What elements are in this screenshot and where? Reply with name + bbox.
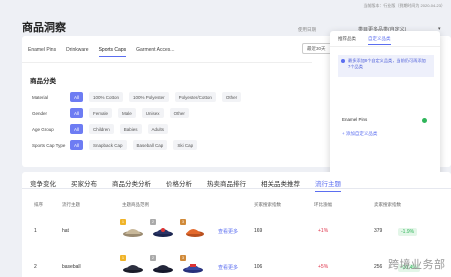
tab-popular-themes[interactable]: 流行主题 [315, 178, 341, 192]
col-seller-index[interactable]: 卖家搜索指数 [374, 202, 401, 208]
row-seller-index: 379 [374, 228, 383, 234]
date-range-value: 最近30天 [307, 46, 326, 51]
check-icon [422, 118, 427, 123]
filter-label: Age Group [32, 126, 54, 132]
col-examples: 主题商品范例 [122, 202, 149, 207]
row-theme[interactable]: hat [62, 228, 69, 234]
filter-chip[interactable]: Polyester/Cotton [174, 92, 216, 102]
row-mom: +1% [318, 228, 329, 234]
col-rank: 排序 [34, 202, 43, 207]
dropdown-tabs: 推荐品类 自定义品类 [338, 36, 391, 45]
rank-badge: 3 [180, 219, 186, 225]
rank-badge: 1 [120, 255, 126, 261]
dropdown-note: 最多添加8个自定义品类，当前仍可再添加7个品类 [338, 55, 434, 77]
top-bar: 当前版本：行业版（到期时间为 2020-04-23） [0, 0, 451, 12]
filter-chip[interactable]: Other [169, 108, 189, 118]
dropdown-tab-custom[interactable]: 自定义品类 [368, 36, 391, 45]
rank-badge: 3 [180, 255, 186, 261]
filter-chip[interactable]: 100% Polyester [129, 92, 169, 102]
filter-chip[interactable]: Baseball Cap [132, 140, 168, 150]
page-title: 商品洞察 [22, 22, 66, 34]
rank-badge: 2 [150, 219, 156, 225]
see-more-link[interactable]: 查看更多 [218, 228, 238, 235]
row-seller-mom: -1.9% [398, 228, 418, 236]
filter-chip[interactable]: Unisex [141, 108, 164, 118]
filter-chip[interactable]: Female [89, 108, 113, 118]
tab-buyer-distribution[interactable]: 买家分布 [71, 178, 97, 192]
dropdown-note-text: 最多添加8个自定义品类，当前仍可再添加7个品类 [348, 58, 426, 69]
category-tab[interactable]: Garment Acces... [136, 47, 174, 57]
filter-label: Gender [32, 110, 48, 116]
product-thumbnail[interactable]: 3 [180, 255, 204, 274]
category-tabs: Enamel Pins Drinkware Sports Caps Garmen… [28, 47, 174, 57]
tab-related-categories[interactable]: 相关品类推荐 [261, 178, 300, 192]
row-seller-index: 256 [374, 264, 383, 270]
tab-category-analysis[interactable]: 商品分类分析 [112, 178, 151, 192]
custom-category-item[interactable]: Enamel Pins [342, 117, 367, 122]
row-buyer-index: 106 [254, 264, 263, 270]
product-thumbnail[interactable]: 1 [120, 255, 144, 274]
col-theme[interactable]: 流行主题 [62, 202, 80, 208]
product-thumbnail[interactable]: 2 [150, 219, 174, 238]
filter-chip[interactable]: All [70, 124, 84, 134]
category-tab[interactable]: Drinkware [66, 47, 89, 57]
filter-chip[interactable]: Male [118, 108, 136, 118]
filter-sports-cap-type: Sports Cap Type All Snapback Cap Basebal… [32, 140, 203, 150]
col-buyer-index[interactable]: 买家搜索指数 [254, 202, 281, 208]
filter-chip[interactable]: All [70, 92, 84, 102]
row-rank: 1 [34, 228, 37, 234]
product-thumbnail[interactable]: 2 [150, 255, 174, 274]
row-buyer-index: 169 [254, 228, 263, 234]
divider [330, 46, 440, 47]
category-tab[interactable]: Enamel Pins [28, 47, 56, 57]
filter-chip[interactable]: Snapback Cap [89, 140, 127, 150]
version-info: 当前版本：行业版（到期时间为 2020-04-23） [363, 3, 445, 8]
analysis-tabs: 竞争变化 买家分布 商品分类分析 价格分析 热卖商品排行 相关品类推荐 流行主题 [30, 178, 341, 192]
filter-chip[interactable]: All [70, 108, 84, 118]
row-rank: 2 [34, 264, 37, 270]
filter-chip[interactable]: Babies [119, 124, 142, 134]
rank-badge: 1 [120, 219, 126, 225]
section-title: 商品分类 [30, 78, 56, 85]
add-custom-category-button[interactable]: + 添加自定义品类 [342, 131, 377, 137]
category-range-selector[interactable]: 使用日期 类目更多品类(自定义) ▾ [298, 26, 441, 33]
divider [22, 62, 312, 63]
filter-label: Material [32, 94, 49, 100]
range-label: 使用日期 [298, 27, 316, 32]
filter-label: Sports Cap Type [32, 142, 66, 148]
watermark: 跨境业务部 [388, 259, 446, 271]
rank-badge: 2 [150, 255, 156, 261]
tab-hot-ranking[interactable]: 热卖商品排行 [207, 178, 246, 192]
filter-chip[interactable]: Children [89, 124, 114, 134]
filter-age-group: Age Group All Children Babies Adults [32, 124, 174, 134]
filter-chip[interactable]: Other [221, 92, 242, 102]
filter-chip[interactable]: 100% Cotton [89, 92, 124, 102]
row-mom: +5% [318, 264, 329, 270]
tab-price-analysis[interactable]: 价格分析 [166, 178, 192, 192]
row-theme[interactable]: baseball [62, 264, 81, 270]
category-dropdown: 推荐品类 自定义品类 最多添加8个自定义品类，当前仍可再添加7个品类 Ename… [330, 31, 440, 179]
category-tab-active[interactable]: Sports Caps [98, 47, 127, 57]
see-more-link[interactable]: 查看更多 [218, 264, 238, 271]
product-thumbnail[interactable]: 1 [120, 219, 144, 238]
dropdown-tab-recommended[interactable]: 推荐品类 [338, 36, 356, 45]
info-icon [341, 59, 345, 63]
product-thumbnail[interactable]: 3 [180, 219, 204, 238]
col-mom[interactable]: 环比涨幅 [314, 202, 332, 208]
analysis-card: 竞争变化 买家分布 商品分类分析 价格分析 热卖商品排行 相关品类推荐 流行主题… [22, 172, 451, 277]
divider [22, 188, 451, 189]
filter-gender: Gender All Female Male Unisex Other [32, 108, 195, 118]
filter-chip[interactable]: Ski Cap [173, 140, 198, 150]
filter-chip[interactable]: Adults [147, 124, 169, 134]
filter-material: Material All 100% Cotton 100% Polyester … [32, 92, 247, 102]
filter-chip[interactable]: All [70, 140, 84, 150]
tab-competition[interactable]: 竞争变化 [30, 178, 56, 192]
